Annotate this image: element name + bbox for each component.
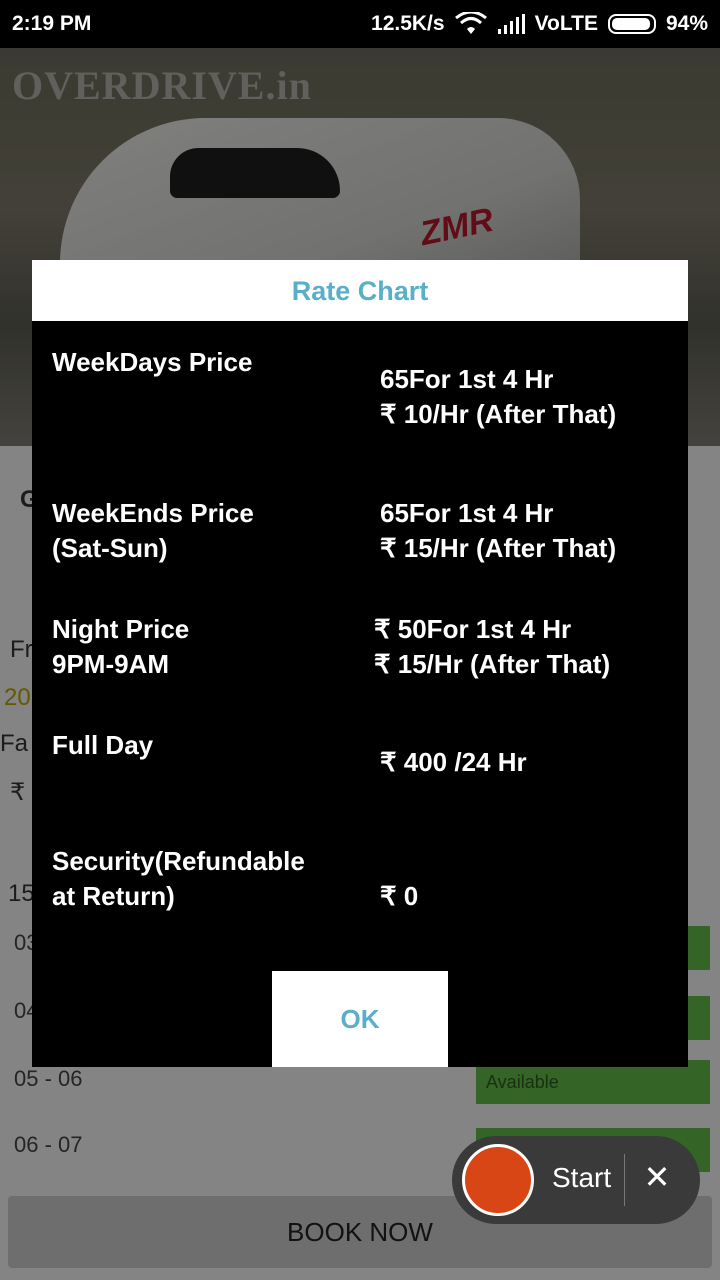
night-price-after: ₹ 15/Hr (After That) — [374, 649, 611, 679]
close-icon[interactable]: ✕ — [642, 1158, 672, 1196]
weekdays-price-after: ₹ 10/Hr (After That) — [380, 399, 617, 429]
screen-recorder-widget: Start ✕ — [452, 1136, 700, 1224]
ok-button[interactable]: OK — [272, 971, 448, 1067]
record-icon[interactable] — [462, 1144, 534, 1216]
weekends-price-days: (Sat-Sun) — [52, 533, 168, 563]
security-label-note: at Return) — [52, 881, 175, 911]
full-day-label: Full Day — [52, 730, 154, 760]
weekends-price-label: WeekEnds Price — [52, 498, 254, 528]
weekdays-price-first: 65For 1st 4 Hr — [380, 364, 554, 394]
status-time: 2:19 PM — [12, 12, 92, 35]
battery-level: 94% — [665, 12, 708, 35]
status-indicators: 12.5K/s VoLTE 94% — [371, 12, 708, 36]
night-price-label: Night Price — [52, 614, 190, 644]
night-price-hours: 9PM-9AM — [52, 649, 170, 679]
network-type: VoLTE — [534, 12, 598, 35]
wifi-icon — [454, 12, 487, 34]
record-start-button[interactable]: Start — [552, 1162, 611, 1194]
dialog-title: Rate Chart — [32, 260, 688, 321]
signal-icon — [497, 14, 525, 34]
rate-chart-dialog: Rate Chart WeekDays Price 65For 1st 4 Hr… — [32, 260, 688, 1067]
status-bar: 2:19 PM 12.5K/s VoLTE 94% — [0, 0, 720, 48]
night-price-first: ₹ 50For 1st 4 Hr — [374, 614, 572, 644]
security-label: Security(Refundable — [52, 846, 305, 876]
full-day-value: ₹ 400 /24 Hr — [380, 747, 527, 777]
net-speed: 12.5K/s — [371, 12, 445, 35]
weekends-price-first: 65For 1st 4 Hr — [380, 498, 554, 528]
weekends-price-after: ₹ 15/Hr (After That) — [380, 533, 617, 563]
recorder-divider — [624, 1154, 625, 1206]
security-value: ₹ 0 — [380, 881, 419, 911]
weekdays-price-label: WeekDays Price — [52, 347, 253, 377]
battery-icon — [607, 14, 656, 34]
